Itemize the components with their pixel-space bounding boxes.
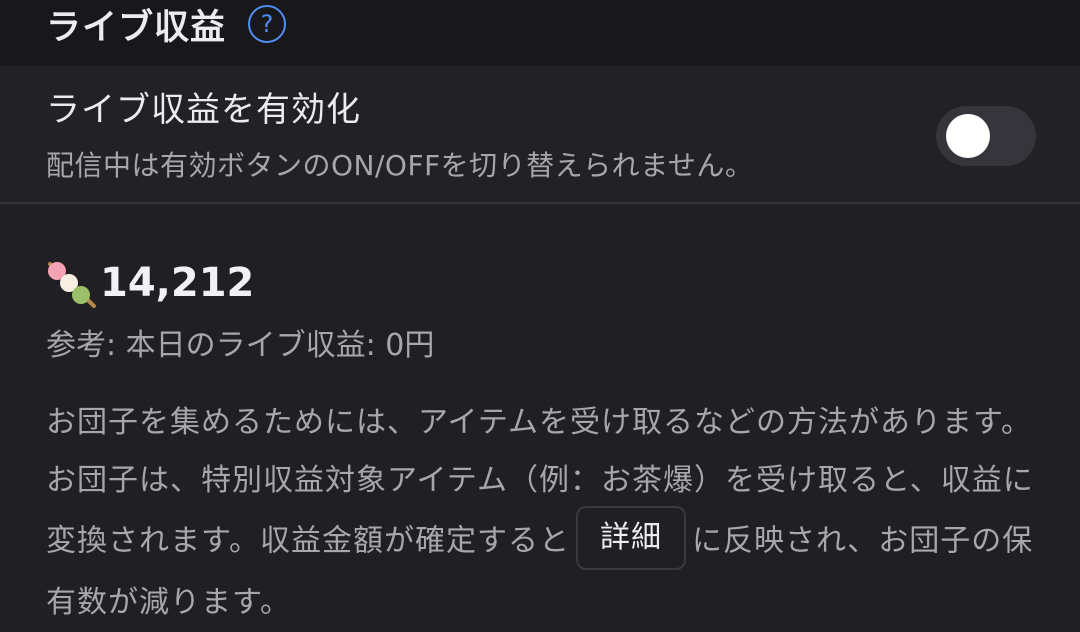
enable-live-revenue-toggle[interactable] [936,106,1036,166]
revenue-panel: 14,212 参考: 本日のライブ収益: 0円 お団子を集めるためには、アイテム… [0,204,1080,620]
enable-live-revenue-description: 配信中は有効ボタンのON/OFFを切り替えられません。 [46,149,754,182]
help-icon[interactable]: ? [248,5,286,43]
section-title: ライブ収益 [46,7,227,48]
revenue-explanation: お団子を集めるためには、アイテムを受け取るなどの方法があります。お団子は、特別収… [46,394,1046,632]
today-revenue: 参考: 本日のライブ収益: 0円 [46,328,435,363]
details-button[interactable]: 詳細 [576,506,686,570]
toggle-knob [946,114,990,158]
enable-live-revenue-row: ライブ収益を有効化 配信中は有効ボタンのON/OFFを切り替えられません。 [0,66,1080,204]
dango-icon [48,262,96,308]
enable-live-revenue-label: ライブ収益を有効化 [46,90,361,130]
section-header: ライブ収益 ? [0,0,1080,66]
dango-balance: 14,212 [100,260,255,306]
